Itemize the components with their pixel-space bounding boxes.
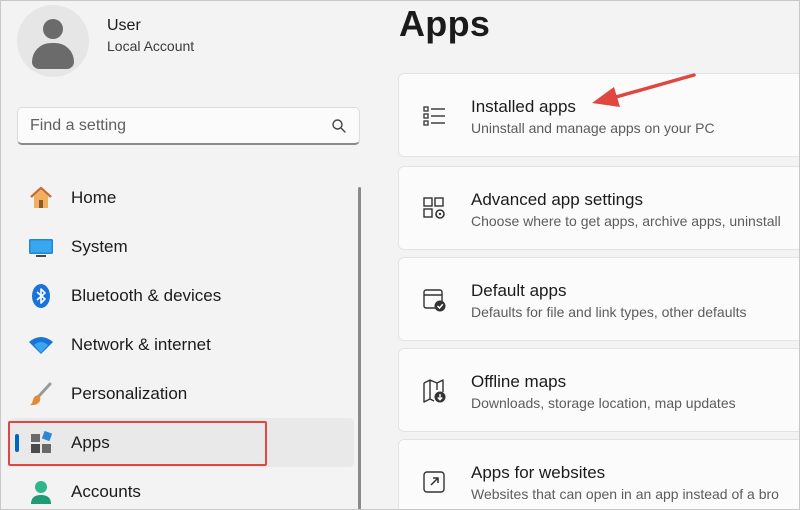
card-subtitle: Choose where to get apps, archive apps, … [471, 213, 781, 229]
search-icon[interactable] [331, 118, 347, 134]
brush-icon [27, 380, 55, 408]
sidebar-item-label: Accounts [71, 481, 141, 501]
card-subtitle: Uninstall and manage apps on your PC [471, 120, 715, 136]
page-title: Apps [399, 3, 491, 44]
default-apps-icon [423, 289, 446, 312]
avatar-body-shape [32, 43, 74, 69]
sidebar-item-network[interactable]: Network & internet [9, 320, 354, 369]
map-icon [423, 379, 446, 403]
avatar-head-shape [43, 19, 63, 39]
sidebar-item-home[interactable]: Home [9, 173, 354, 222]
sidebar-item-label: Network & internet [71, 334, 211, 354]
card-default-apps[interactable]: Default apps Defaults for file and link … [398, 257, 799, 341]
settings-window: User Local Account Find a setting Home S… [0, 0, 800, 510]
card-subtitle: Defaults for file and link types, other … [471, 304, 747, 320]
card-title: Apps for websites [471, 463, 606, 482]
sidebar-item-label: Apps [71, 432, 110, 452]
sidebar-item-system[interactable]: System [9, 222, 354, 271]
sidebar-item-accounts[interactable]: Accounts [9, 467, 354, 509]
sidebar-item-apps[interactable]: Apps [9, 418, 354, 467]
system-icon [27, 233, 55, 261]
sidebar-item-label: Bluetooth & devices [71, 285, 222, 305]
card-title: Advanced app settings [471, 190, 644, 209]
sidebar-item-label: Personalization [71, 383, 188, 403]
card-apps-for-websites[interactable]: Apps for websites Websites that can open… [398, 439, 799, 509]
sidebar-scrollbar[interactable] [358, 187, 361, 509]
card-text: Advanced app settings Choose where to ge… [471, 189, 781, 231]
apps-icon [27, 429, 55, 457]
list-icon [423, 106, 445, 126]
card-title: Offline maps [471, 372, 567, 391]
user-info: User Local Account [107, 15, 194, 56]
account-type: Local Account [107, 37, 195, 54]
wifi-icon [27, 331, 55, 359]
sidebar-item-bluetooth[interactable]: Bluetooth & devices [9, 271, 354, 320]
home-icon [27, 184, 55, 212]
card-subtitle: Websites that can open in an app instead… [471, 486, 779, 502]
search-box[interactable]: Find a setting [17, 107, 360, 145]
annotation-arrow [592, 73, 696, 107]
card-text: Default apps Defaults for file and link … [471, 280, 746, 322]
user-name: User [107, 16, 141, 34]
card-text: Apps for websites Websites that can open… [471, 462, 779, 504]
bluetooth-icon [27, 282, 55, 310]
search-input[interactable]: Find a setting [30, 117, 331, 135]
accounts-icon [27, 478, 55, 506]
card-title: Default apps [471, 281, 567, 300]
card-offline-maps[interactable]: Offline maps Downloads, storage location… [398, 348, 799, 432]
selection-indicator [15, 434, 19, 452]
open-external-icon [423, 471, 445, 493]
sidebar-item-label: Home [71, 187, 117, 207]
sidebar-item-personalization[interactable]: Personalization [9, 369, 354, 418]
sidebar-nav: Home System Bluetooth & devices Network … [9, 173, 354, 509]
card-subtitle: Downloads, storage location, map updates [471, 395, 736, 411]
card-text: Offline maps Downloads, storage location… [471, 371, 736, 413]
advanced-settings-icon [423, 197, 445, 219]
card-advanced-app-settings[interactable]: Advanced app settings Choose where to ge… [398, 166, 799, 250]
avatar[interactable] [17, 5, 89, 77]
sidebar-item-label: System [71, 236, 128, 256]
user-profile[interactable]: User Local Account [17, 1, 347, 81]
